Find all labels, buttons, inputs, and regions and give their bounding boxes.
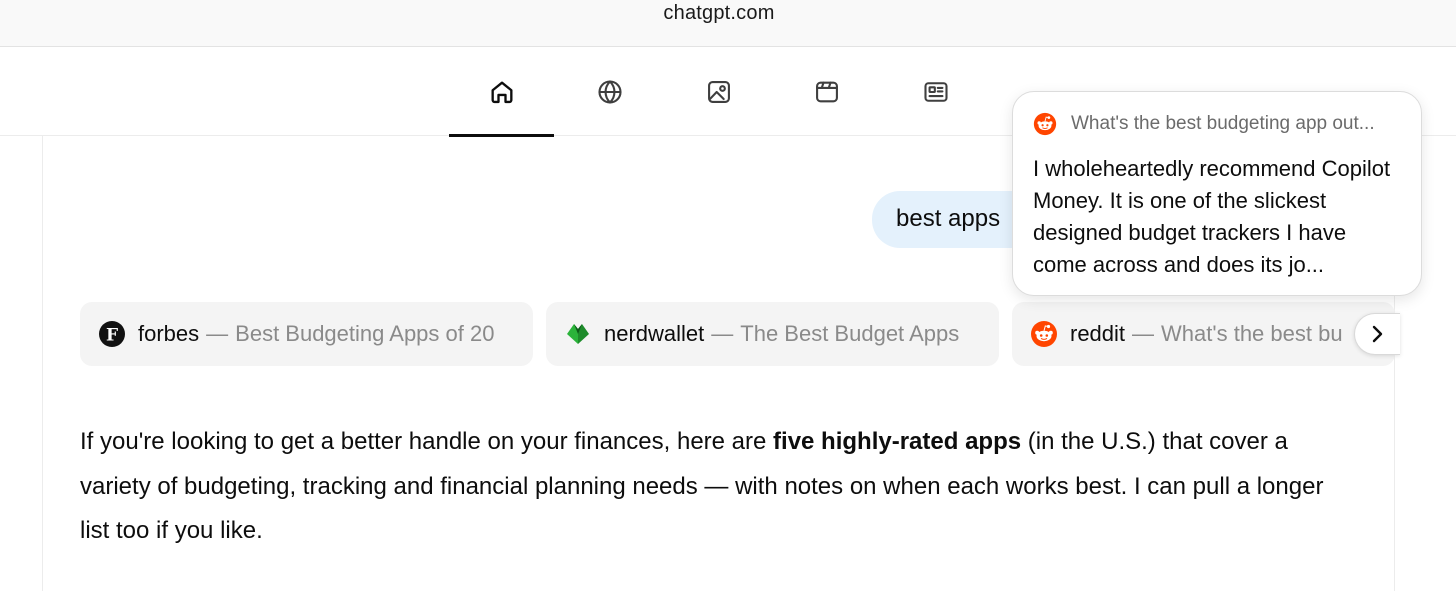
source-title: The Best Budget Apps [740, 321, 960, 346]
popover-snippet: I wholeheartedly recommend Copilot Money… [1033, 156, 1391, 277]
news-icon [923, 81, 948, 102]
tab-images[interactable] [666, 47, 771, 136]
image-icon [707, 80, 730, 103]
answer-text-part1: If you're looking to get a better handle… [80, 428, 774, 455]
globe-icon [597, 79, 622, 104]
source-preview-popover[interactable]: What's the best budgeting app out... I w… [1012, 91, 1422, 296]
reddit-logo-icon [1030, 320, 1058, 348]
source-chip-forbes[interactable]: F forbes — Best Budgeting Apps of 20 [80, 302, 533, 366]
popover-header: What's the best budgeting app out... [1033, 112, 1401, 136]
home-icon [491, 81, 512, 103]
popover-title: What's the best budgeting app out... [1071, 113, 1375, 134]
answer-bold-text: five highly-rated apps [773, 428, 1022, 455]
forbes-logo-icon: F [98, 320, 126, 348]
source-chip-reddit[interactable]: reddit — What's the best bu [1012, 302, 1395, 366]
reddit-logo-icon [1033, 112, 1057, 136]
source-separator: — [711, 321, 734, 346]
assistant-answer: If you're looking to get a better handle… [80, 420, 1340, 554]
source-site-name: forbes [138, 321, 200, 346]
source-title: What's the best bu [1161, 321, 1343, 346]
svg-text:F: F [106, 326, 118, 346]
source-separator: — [1132, 321, 1155, 346]
tab-home[interactable] [449, 47, 554, 137]
tab-videos[interactable] [774, 47, 879, 136]
video-icon [815, 81, 838, 102]
next-sources-button[interactable] [1354, 313, 1400, 355]
tab-web[interactable] [557, 47, 662, 136]
user-message-text: best apps [896, 205, 1001, 232]
address-bar[interactable]: chatgpt.com [0, 0, 1456, 47]
source-title: Best Budgeting Apps of 20 [235, 321, 495, 346]
tab-news[interactable] [883, 47, 988, 136]
source-site-name: nerdwallet [604, 321, 705, 346]
chevron-right-icon [1372, 325, 1383, 343]
source-separator: — [206, 321, 229, 346]
source-site-name: reddit [1070, 321, 1126, 346]
url-text: chatgpt.com [663, 2, 775, 24]
nerdwallet-logo-icon [564, 320, 592, 348]
source-chip-nerdwallet[interactable]: nerdwallet — The Best Budget Apps [546, 302, 999, 366]
